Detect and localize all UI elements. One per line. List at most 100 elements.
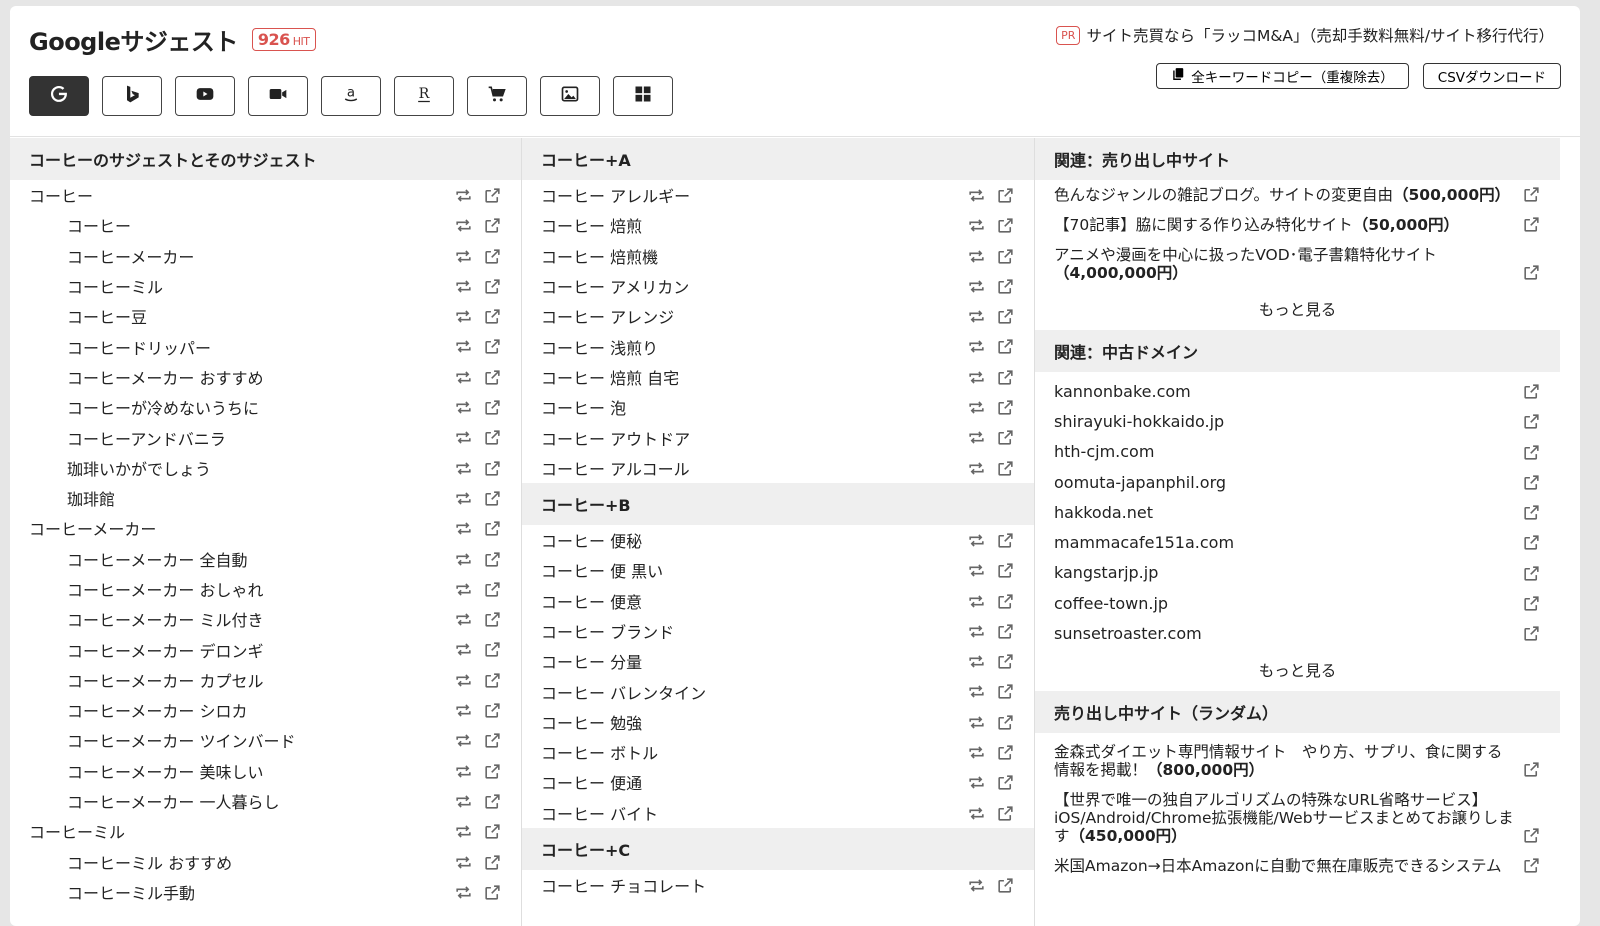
- suggest-row[interactable]: コーヒー アメリカン: [522, 271, 1034, 301]
- external-link-icon[interactable]: [996, 428, 1015, 447]
- suggest-keyword[interactable]: コーヒー アメリカン: [522, 274, 689, 298]
- csv-download-button[interactable]: CSVダウンロード: [1422, 63, 1561, 89]
- repeat-icon[interactable]: [967, 713, 986, 732]
- suggest-keyword[interactable]: コーヒーメーカー シロカ: [10, 698, 247, 722]
- suggest-row[interactable]: コーヒーメーカー ツインバード: [10, 725, 521, 755]
- repeat-icon[interactable]: [454, 762, 473, 781]
- site-listing[interactable]: 金森式ダイエット専門情報サイト やり方、サプリ、食に関する情報を掲載！（800,…: [1035, 737, 1560, 785]
- shopping-button[interactable]: [467, 76, 527, 116]
- suggest-row[interactable]: コーヒー 分量: [522, 646, 1034, 676]
- external-link-icon[interactable]: [996, 876, 1015, 895]
- suggest-keyword[interactable]: コーヒー 便 黒い: [522, 558, 663, 582]
- suggest-keyword[interactable]: コーヒー ボトル: [522, 740, 658, 764]
- external-link-icon[interactable]: [483, 853, 502, 872]
- suggest-keyword[interactable]: コーヒー 便意: [522, 589, 642, 613]
- suggest-row[interactable]: コーヒー 便通: [522, 767, 1034, 797]
- repeat-icon[interactable]: [967, 561, 986, 580]
- repeat-icon[interactable]: [967, 459, 986, 478]
- suggest-keyword[interactable]: コーヒーメーカー 美味しい: [10, 759, 263, 783]
- suggest-row[interactable]: コーヒーメーカー おしゃれ: [10, 574, 521, 604]
- suggest-keyword[interactable]: コーヒーミル: [10, 819, 125, 843]
- suggest-keyword[interactable]: コーヒー バレンタイン: [522, 680, 706, 704]
- suggest-row[interactable]: コーヒーアンドバニラ: [10, 422, 521, 452]
- external-link-icon[interactable]: [483, 307, 502, 326]
- external-link-icon[interactable]: [996, 186, 1015, 205]
- external-link-icon[interactable]: [1522, 185, 1541, 204]
- repeat-icon[interactable]: [454, 701, 473, 720]
- domain-row[interactable]: hth-cjm.com: [1035, 437, 1560, 467]
- suggest-keyword[interactable]: コーヒー 浅煎り: [522, 335, 658, 359]
- repeat-icon[interactable]: [967, 743, 986, 762]
- suggest-row[interactable]: コーヒー: [10, 210, 521, 240]
- domain-name[interactable]: shirayuki-hokkaido.jp: [1054, 412, 1224, 431]
- repeat-icon[interactable]: [967, 186, 986, 205]
- suggest-keyword[interactable]: コーヒーが冷めないうちに: [10, 395, 259, 419]
- external-link-icon[interactable]: [483, 247, 502, 266]
- external-link-icon[interactable]: [1522, 533, 1541, 552]
- external-link-icon[interactable]: [996, 773, 1015, 792]
- repeat-icon[interactable]: [967, 216, 986, 235]
- external-link-icon[interactable]: [996, 459, 1015, 478]
- grid-button[interactable]: [613, 76, 673, 116]
- external-link-icon[interactable]: [1522, 215, 1541, 234]
- repeat-icon[interactable]: [454, 883, 473, 902]
- suggest-keyword[interactable]: コーヒーメーカー ツインバード: [10, 728, 295, 752]
- suggest-keyword[interactable]: コーヒー アレルギー: [522, 183, 690, 207]
- suggest-row[interactable]: コーヒードリッパー: [10, 331, 521, 361]
- external-link-icon[interactable]: [996, 247, 1015, 266]
- domain-name[interactable]: oomuta-japanphil.org: [1054, 473, 1226, 492]
- domain-row[interactable]: sunsetroaster.com: [1035, 618, 1560, 648]
- repeat-icon[interactable]: [454, 216, 473, 235]
- repeat-icon[interactable]: [454, 822, 473, 841]
- suggest-row[interactable]: コーヒーミル: [10, 271, 521, 301]
- external-link-icon[interactable]: [483, 368, 502, 387]
- external-link-icon[interactable]: [1522, 382, 1541, 401]
- suggest-keyword[interactable]: コーヒー 便通: [522, 770, 642, 794]
- suggest-keyword[interactable]: コーヒーメーカー 一人暮らし: [10, 789, 279, 813]
- external-link-icon[interactable]: [1522, 856, 1541, 875]
- repeat-icon[interactable]: [967, 277, 986, 296]
- repeat-icon[interactable]: [967, 428, 986, 447]
- suggest-keyword[interactable]: コーヒーメーカー おしゃれ: [10, 577, 263, 601]
- external-link-icon[interactable]: [1522, 412, 1541, 431]
- suggest-keyword[interactable]: コーヒードリッパー: [10, 335, 211, 359]
- suggest-row[interactable]: コーヒーメーカー カプセル: [10, 665, 521, 695]
- external-link-icon[interactable]: [996, 622, 1015, 641]
- rakuten-button[interactable]: R: [394, 76, 454, 116]
- repeat-icon[interactable]: [967, 247, 986, 266]
- suggest-row[interactable]: コーヒー バレンタイン: [522, 676, 1034, 706]
- repeat-icon[interactable]: [967, 398, 986, 417]
- external-link-icon[interactable]: [1522, 760, 1541, 779]
- suggest-row[interactable]: コーヒー ブランド: [522, 616, 1034, 646]
- repeat-icon[interactable]: [454, 307, 473, 326]
- suggest-row[interactable]: コーヒーメーカー 全自動: [10, 544, 521, 574]
- external-link-icon[interactable]: [996, 368, 1015, 387]
- external-link-icon[interactable]: [483, 580, 502, 599]
- repeat-icon[interactable]: [454, 640, 473, 659]
- external-link-icon[interactable]: [483, 216, 502, 235]
- external-link-icon[interactable]: [483, 428, 502, 447]
- youtube-button[interactable]: [175, 76, 235, 116]
- suggest-keyword[interactable]: コーヒー 便秘: [522, 528, 642, 552]
- suggest-row[interactable]: コーヒーミル: [10, 816, 521, 846]
- suggest-keyword[interactable]: コーヒー: [10, 213, 131, 237]
- external-link-icon[interactable]: [996, 804, 1015, 823]
- suggest-row[interactable]: コーヒー 焙煎: [522, 210, 1034, 240]
- external-link-icon[interactable]: [1522, 564, 1541, 583]
- suggest-row[interactable]: コーヒー: [10, 180, 521, 210]
- repeat-icon[interactable]: [454, 428, 473, 447]
- external-link-icon[interactable]: [996, 682, 1015, 701]
- suggest-row[interactable]: コーヒーメーカー: [10, 241, 521, 271]
- suggest-keyword[interactable]: コーヒー 泡: [522, 395, 626, 419]
- external-link-icon[interactable]: [1522, 624, 1541, 643]
- external-link-icon[interactable]: [483, 337, 502, 356]
- suggest-row[interactable]: コーヒー 泡: [522, 392, 1034, 422]
- external-link-icon[interactable]: [483, 792, 502, 811]
- domain-row[interactable]: mammacafe151a.com: [1035, 527, 1560, 557]
- suggest-row[interactable]: コーヒー 便意: [522, 586, 1034, 616]
- external-link-icon[interactable]: [483, 519, 502, 538]
- suggest-keyword[interactable]: コーヒーメーカー おすすめ: [10, 365, 263, 389]
- external-link-icon[interactable]: [1522, 443, 1541, 462]
- suggest-keyword[interactable]: コーヒーアンドバニラ: [10, 426, 226, 450]
- suggest-row[interactable]: コーヒー アレンジ: [522, 301, 1034, 331]
